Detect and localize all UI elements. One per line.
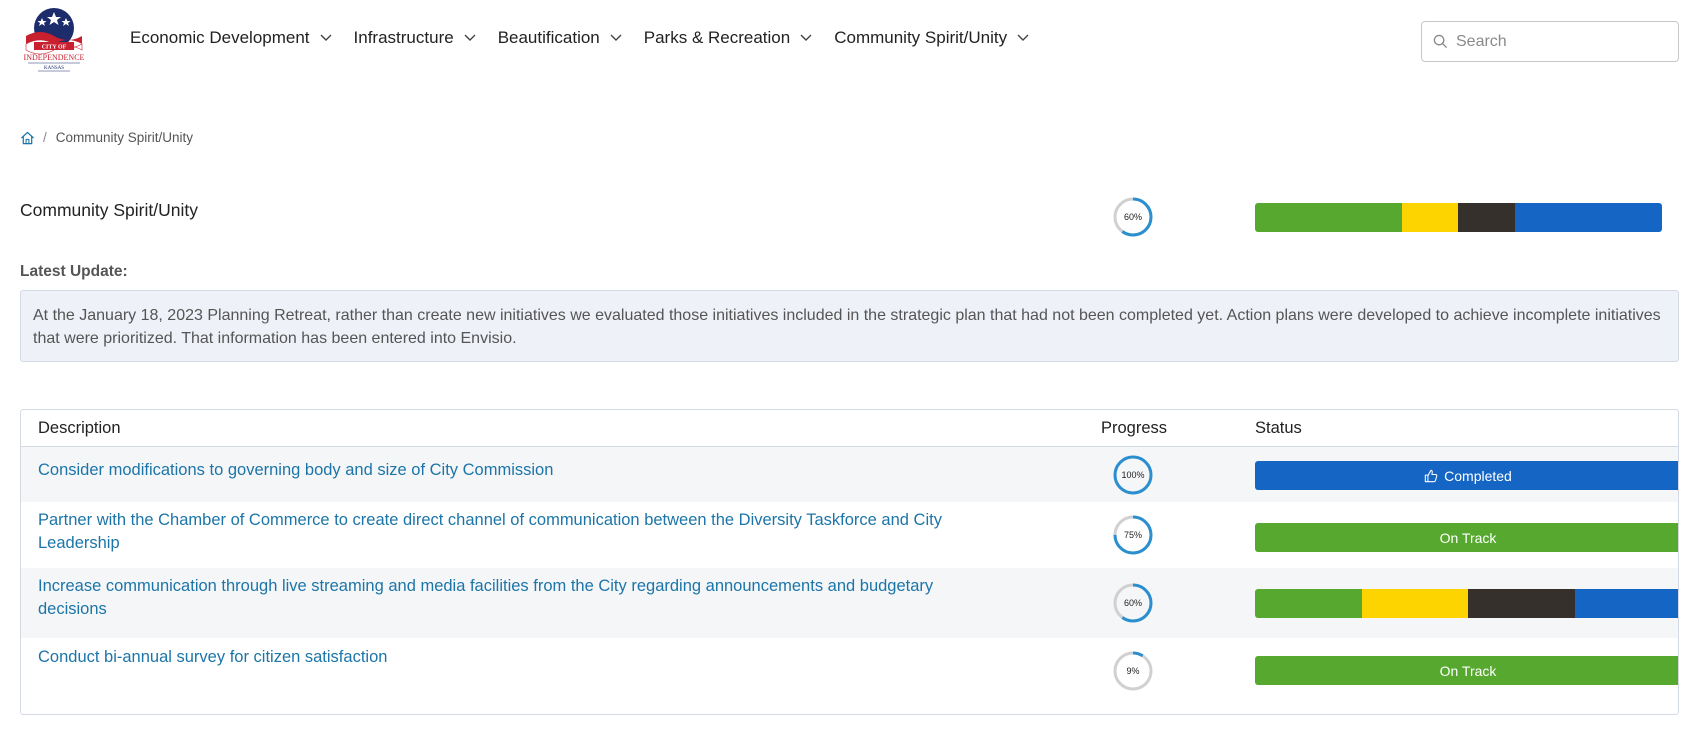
row-progress-ring: 9% <box>1112 650 1154 692</box>
status-segment <box>1361 589 1468 618</box>
progress-percent: 75% <box>1123 530 1142 540</box>
header-status: Status <box>1255 419 1302 437</box>
logo-text-line3: KANSAS <box>44 66 64 71</box>
table-row: Increase communication through live stre… <box>21 568 1678 638</box>
header-progress: Progress <box>1101 419 1168 437</box>
status-segment <box>1401 203 1459 232</box>
search-icon <box>1433 34 1448 49</box>
breadcrumb: / Community Spirit/Unity <box>20 130 193 145</box>
row-progress-ring: 100% <box>1112 454 1154 496</box>
search-input[interactable] <box>1456 32 1666 51</box>
status-bar-mixed <box>1255 589 1678 618</box>
chevron-down-icon <box>464 34 476 41</box>
status-segment <box>1255 589 1362 618</box>
nav-item-parks-recreation[interactable]: Parks & Recreation <box>644 28 812 48</box>
summary-status-bar <box>1255 203 1662 232</box>
status-segment <box>1468 589 1575 618</box>
initiative-link[interactable]: Consider modifications to governing body… <box>38 459 958 482</box>
nav-item-infrastructure[interactable]: Infrastructure <box>354 28 476 48</box>
latest-update-label: Latest Update: <box>20 263 128 280</box>
nav-item-label: Economic Development <box>130 28 310 47</box>
nav-item-community-spirit[interactable]: Community Spirit/Unity <box>834 28 1029 48</box>
initiative-link[interactable]: Conduct bi-annual survey for citizen sat… <box>38 646 958 669</box>
row-progress-ring: 60% <box>1112 582 1154 624</box>
progress-percent: 100% <box>1121 470 1145 480</box>
city-logo[interactable]: CITY OF INDEPENDENCE KANSAS <box>20 6 88 78</box>
nav-item-label: Community Spirit/Unity <box>834 28 1008 47</box>
nav-item-economic-development[interactable]: Economic Development <box>130 28 332 48</box>
status-segment <box>1515 203 1662 232</box>
summary-progress-ring: 60% <box>1112 196 1154 238</box>
progress-percent: 9% <box>1126 666 1140 676</box>
status-label: On Track <box>1439 529 1497 546</box>
status-label: On Track <box>1439 662 1497 679</box>
status-label: Completed <box>1444 467 1512 484</box>
status-segment <box>1458 203 1516 232</box>
main-nav: Economic Development Infrastructure Beau… <box>130 28 1051 48</box>
logo-text-line2: INDEPENDENCE <box>24 53 85 62</box>
home-icon[interactable] <box>20 131 35 145</box>
status-badge-on-track: On Track <box>1255 523 1678 552</box>
status-badge-on-track: On Track <box>1255 656 1678 685</box>
status-segment <box>1574 589 1678 618</box>
initiative-link[interactable]: Increase communication through live stre… <box>38 575 958 621</box>
nav-item-beautification[interactable]: Beautification <box>498 28 622 48</box>
chevron-down-icon <box>1017 34 1029 41</box>
breadcrumb-separator: / <box>43 130 47 145</box>
initiative-link[interactable]: Partner with the Chamber of Commerce to … <box>38 509 958 555</box>
chevron-down-icon <box>800 34 812 41</box>
progress-percent: 60% <box>1123 212 1142 222</box>
table-row: Consider modifications to governing body… <box>21 447 1678 502</box>
chevron-down-icon <box>320 34 332 41</box>
chevron-down-icon <box>610 34 622 41</box>
table-header: Description Progress Status <box>21 410 1678 447</box>
nav-item-label: Infrastructure <box>353 28 454 47</box>
table-row: Conduct bi-annual survey for citizen sat… <box>21 638 1678 714</box>
progress-percent: 60% <box>1123 598 1142 608</box>
page-title: Community Spirit/Unity <box>20 200 198 220</box>
nav-item-label: Beautification <box>497 28 600 47</box>
logo-text-line1: CITY OF <box>42 45 67 51</box>
search-box[interactable] <box>1421 21 1679 62</box>
status-badge-completed: Completed <box>1255 461 1678 490</box>
status-segment <box>1255 203 1402 232</box>
latest-update-text: At the January 18, 2023 Planning Retreat… <box>20 290 1679 362</box>
row-progress-ring: 75% <box>1112 514 1154 556</box>
breadcrumb-current: Community Spirit/Unity <box>55 130 194 145</box>
table-row: Partner with the Chamber of Commerce to … <box>21 502 1678 568</box>
nav-item-label: Parks & Recreation <box>643 28 791 47</box>
thumbs-up-icon <box>1424 469 1438 482</box>
site-header: CITY OF INDEPENDENCE KANSAS Economic Dev… <box>0 0 1700 86</box>
initiatives-table: Description Progress Status Consider mod… <box>20 409 1679 715</box>
header-description: Description <box>38 419 121 437</box>
